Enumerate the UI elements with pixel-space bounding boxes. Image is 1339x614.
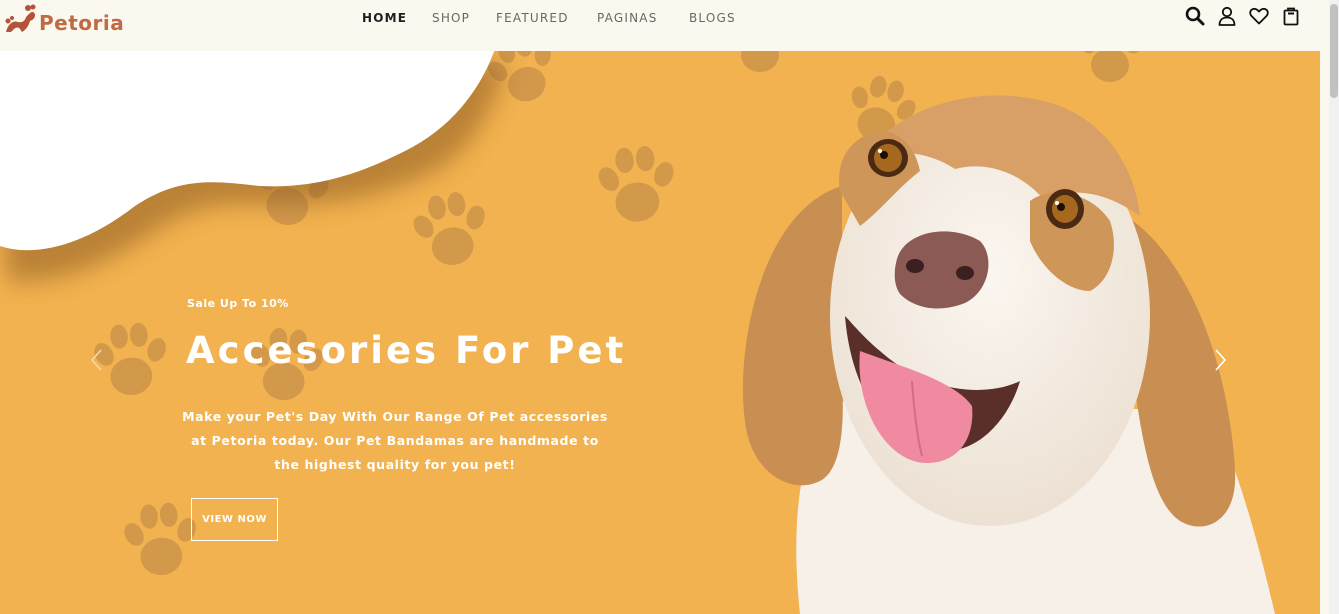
nav-featured[interactable]: FEATURED	[496, 10, 569, 26]
chevron-left-icon[interactable]	[89, 348, 105, 372]
nav-blogs[interactable]: BLOGS	[689, 10, 736, 26]
view-now-button[interactable]: VIEW NOW	[191, 498, 278, 541]
header-icons	[1183, 5, 1302, 27]
search-icon[interactable]	[1183, 5, 1206, 27]
page-scrollbar[interactable]	[1329, 0, 1339, 614]
heart-icon[interactable]	[1247, 5, 1270, 27]
dog-photo	[742, 95, 1275, 614]
hero-title: Accesories For Pet	[186, 329, 627, 372]
scrollbar-thumb[interactable]	[1330, 4, 1338, 98]
hero-slider: Sale Up To 10% Accesories For Pet Make y…	[0, 51, 1320, 614]
chevron-right-icon[interactable]	[1212, 348, 1228, 372]
main-nav: HOME SHOP FEATURED PAGINAS BLOGS	[0, 10, 1329, 26]
nav-home[interactable]: HOME	[362, 10, 407, 26]
hero-description: Make your Pet's Day With Our Range Of Pe…	[182, 409, 608, 472]
nav-paginas[interactable]: PAGINAS	[597, 10, 658, 26]
sale-tagline: Sale Up To 10%	[187, 297, 289, 310]
nav-shop[interactable]: SHOP	[432, 10, 470, 26]
site-header: Petoria HOME SHOP FEATURED PAGINAS BLOGS	[0, 0, 1329, 51]
user-icon[interactable]	[1215, 5, 1238, 27]
cart-icon[interactable]	[1279, 5, 1302, 27]
